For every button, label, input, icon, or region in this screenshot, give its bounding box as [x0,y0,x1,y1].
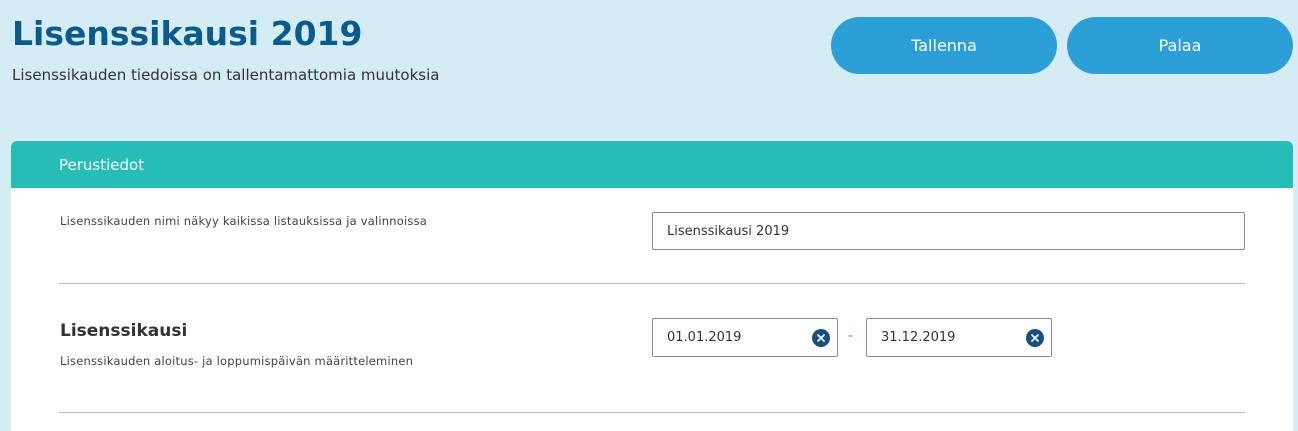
end-date-input[interactable]: 31.12.2019 [866,318,1052,357]
divider [59,412,1245,413]
license-period-name-input[interactable] [652,212,1245,250]
period-description: Lisenssikauden aloitus- ja loppumispäivä… [60,354,414,368]
clear-end-date-icon[interactable] [1026,328,1044,347]
clear-start-date-icon[interactable] [812,328,830,347]
back-button[interactable]: Palaa [1067,17,1293,74]
basic-info-card: Perustiedot Lisenssikauden nimi näkyy ka… [11,141,1293,431]
period-section-title: Lisenssikausi [60,321,188,341]
name-field-description: Lisenssikauden nimi näkyy kaikissa lista… [60,214,428,228]
unsaved-changes-notice: Lisenssikauden tiedoissa on tallentamatt… [12,66,440,84]
date-range-separator: - [848,328,854,344]
save-button[interactable]: Tallenna [831,17,1057,74]
page-title: Lisenssikausi 2019 [12,14,363,53]
start-date-input[interactable]: 01.01.2019 [652,318,838,357]
end-date-value: 31.12.2019 [881,330,956,345]
card-header: Perustiedot [11,141,1293,188]
divider [59,283,1245,284]
start-date-value: 01.01.2019 [667,330,742,345]
